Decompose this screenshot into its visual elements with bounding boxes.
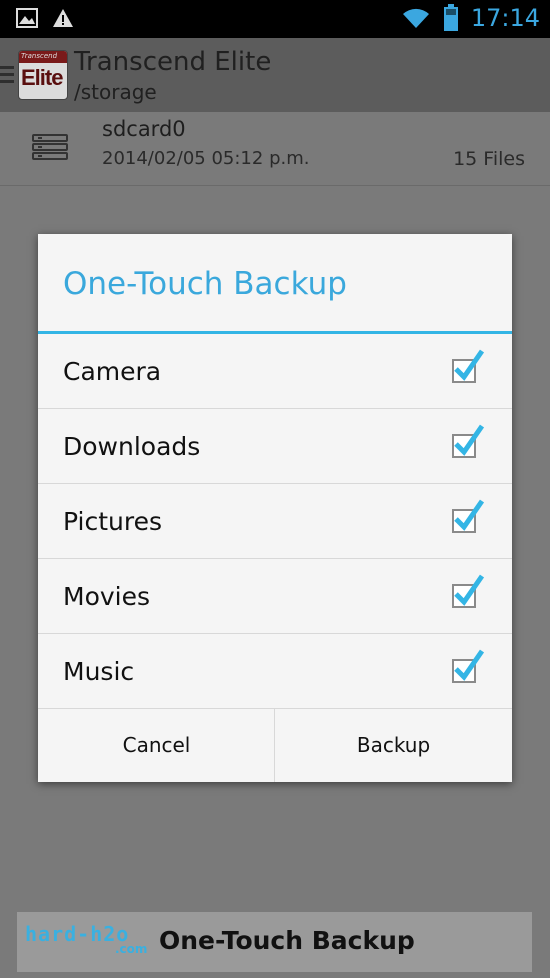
logo-brand: Transcend: [21, 52, 58, 60]
cancel-button[interactable]: Cancel: [38, 708, 275, 782]
app-logo[interactable]: Transcend Elite: [18, 50, 68, 100]
dialog-button-bar: Cancel Backup: [38, 708, 512, 782]
checkmark-icon: [454, 649, 484, 681]
dialog-title: One-Touch Backup: [63, 266, 347, 302]
image-icon: [16, 8, 38, 28]
option-camera[interactable]: Camera: [38, 334, 512, 409]
backup-button[interactable]: Backup: [275, 708, 512, 782]
option-label: Camera: [63, 357, 162, 386]
status-bar: 17:14: [0, 0, 550, 38]
option-label: Music: [63, 657, 135, 686]
clock: 17:14: [470, 4, 540, 32]
storage-name: sdcard0: [102, 117, 186, 141]
movies-checkbox[interactable]: [452, 574, 484, 608]
option-label: Movies: [63, 582, 151, 611]
caption-text: One-Touch Backup: [159, 926, 415, 955]
downloads-checkbox[interactable]: [452, 424, 484, 458]
checkmark-icon: [454, 574, 484, 606]
option-movies[interactable]: Movies: [38, 559, 512, 634]
option-music[interactable]: Music: [38, 634, 512, 709]
menu-icon[interactable]: [0, 66, 14, 87]
music-checkbox[interactable]: [452, 649, 484, 683]
current-path: /storage: [74, 80, 157, 104]
wifi-icon: [402, 8, 429, 28]
pictures-checkbox[interactable]: [452, 499, 484, 533]
checkmark-icon: [454, 499, 484, 531]
file-count: 15 Files: [453, 148, 525, 170]
app-title: Transcend Elite: [74, 47, 272, 77]
backup-dialog: One-Touch Backup Camera Downloads Pictur…: [38, 234, 512, 782]
storage-date: 2014/02/05 05:12 p.m.: [102, 148, 310, 169]
logo-mark: Elite: [21, 65, 63, 90]
option-label: Pictures: [63, 507, 162, 536]
camera-checkbox[interactable]: [452, 349, 484, 383]
option-pictures[interactable]: Pictures: [38, 484, 512, 559]
warning-icon: [53, 9, 73, 27]
option-label: Downloads: [63, 432, 201, 461]
checkmark-icon: [454, 349, 484, 381]
option-downloads[interactable]: Downloads: [38, 409, 512, 484]
storage-icon: [32, 134, 68, 164]
watermark-sub: .com: [115, 942, 148, 956]
caption-bar: hard-h2o .com One-Touch Backup: [17, 912, 532, 972]
battery-icon: [443, 4, 458, 31]
watermark-logo: hard-h2o: [25, 922, 130, 946]
checkmark-icon: [454, 424, 484, 456]
